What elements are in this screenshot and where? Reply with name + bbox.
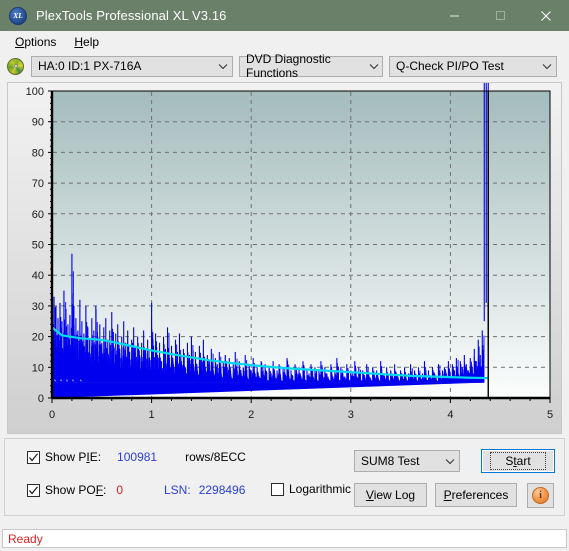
svg-text:50: 50: [32, 240, 44, 252]
selector-bar: HA:0 ID:1 PX-716A DVD Diagnostic Functio…: [0, 52, 569, 80]
show-pof-checkbox[interactable]: [27, 483, 40, 497]
svg-text:3: 3: [348, 409, 354, 421]
svg-text:20: 20: [32, 332, 44, 344]
svg-text:4: 4: [447, 409, 453, 421]
drive-select-value: HA:0 ID:1 PX-716A: [38, 59, 142, 73]
test-select[interactable]: Q-Check PI/PO Test: [389, 55, 557, 77]
pie-unit-label: rows/8ECC: [185, 450, 246, 464]
menu-help[interactable]: Help: [65, 33, 108, 51]
view-log-button[interactable]: View Log: [354, 483, 427, 507]
menu-options[interactable]: Options: [6, 33, 65, 51]
maximize-button[interactable]: [477, 0, 523, 31]
lsn-value: 2298496: [198, 483, 246, 497]
minimize-button[interactable]: [431, 0, 477, 31]
show-pie-checkbox[interactable]: [27, 450, 40, 464]
svg-text:0: 0: [49, 409, 55, 421]
status-bar: Ready: [2, 529, 567, 548]
logarithmic-row[interactable]: Logarithmic: [271, 482, 351, 496]
preferences-button[interactable]: Preferences: [435, 483, 517, 507]
window-buttons: [431, 0, 569, 31]
chevron-down-icon: [441, 458, 459, 465]
pie-total-value: 100981: [117, 450, 158, 464]
start-button-label: Start: [490, 452, 546, 470]
status-text: Ready: [8, 531, 43, 546]
lsn-label: LSN:: [164, 483, 191, 497]
show-pof-label: Show POF:: [45, 483, 107, 497]
function-select-value: DVD Diagnostic Functions: [246, 52, 331, 80]
chevron-down-icon: [214, 63, 232, 70]
info-icon: i: [532, 487, 549, 504]
menu-options-label: ptions: [24, 34, 57, 49]
logarithmic-label: Logarithmic: [289, 482, 352, 496]
svg-text:80: 80: [32, 147, 44, 159]
info-icon-glyph: i: [539, 490, 542, 501]
show-pie-row: Show PIE: 100981 rows/8ECC: [27, 450, 246, 464]
disc-icon: [7, 57, 24, 75]
svg-text:2: 2: [248, 409, 254, 421]
svg-text:40: 40: [32, 270, 44, 282]
pof-total-value: 0: [116, 483, 124, 497]
chevron-down-icon: [538, 63, 556, 70]
drive-select[interactable]: HA:0 ID:1 PX-716A: [31, 55, 233, 77]
window-title: PlexTools Professional XL V3.16: [36, 8, 227, 23]
controls-panel: Show PIE: 100981 rows/8ECC Show POF: 0 L…: [4, 438, 565, 516]
svg-text:90: 90: [32, 117, 44, 129]
test-mode-select[interactable]: SUM8 Test: [354, 450, 460, 472]
logarithmic-checkbox[interactable]: [271, 482, 284, 496]
pi-po-chart-panel: 0 10 20 30 40 50 60 70 80 90 100 0 1 2 3 4 5: [7, 82, 562, 434]
title-bar: XL PlexTools Professional XL V3.16: [0, 0, 569, 31]
function-select[interactable]: DVD Diagnostic Functions: [239, 52, 383, 80]
test-mode-value: SUM8 Test: [361, 454, 420, 468]
pi-po-chart: 0 10 20 30 40 50 60 70 80 90 100 0 1 2 3 4 5: [26, 83, 553, 421]
show-pie-label: Show PIE:: [45, 450, 102, 464]
svg-text:60: 60: [32, 209, 44, 221]
svg-text:100: 100: [26, 86, 44, 98]
test-select-value: Q-Check PI/PO Test: [396, 59, 504, 73]
svg-text:1: 1: [149, 409, 155, 421]
show-pof-row: Show POF: 0: [27, 483, 123, 497]
plextools-logo-icon: XL: [9, 6, 27, 25]
svg-text:70: 70: [32, 178, 44, 190]
menu-bar: Options Help: [0, 31, 569, 52]
info-button[interactable]: i: [527, 483, 554, 508]
chevron-down-icon: [367, 63, 382, 70]
start-button[interactable]: Start: [481, 449, 555, 473]
logo-text: XL: [13, 11, 23, 20]
svg-text:5: 5: [547, 409, 553, 421]
svg-text:30: 30: [32, 301, 44, 313]
lsn-row: LSN: 2298496: [164, 483, 245, 497]
menu-help-label: elp: [83, 34, 100, 49]
view-log-label: View Log: [365, 488, 416, 502]
svg-text:0: 0: [38, 393, 44, 405]
plextools-window: XL PlexTools Professional XL V3.16 Optio…: [0, 0, 569, 551]
svg-text:10: 10: [32, 362, 44, 374]
preferences-label: Preferences: [443, 488, 509, 502]
close-button[interactable]: [523, 0, 569, 31]
